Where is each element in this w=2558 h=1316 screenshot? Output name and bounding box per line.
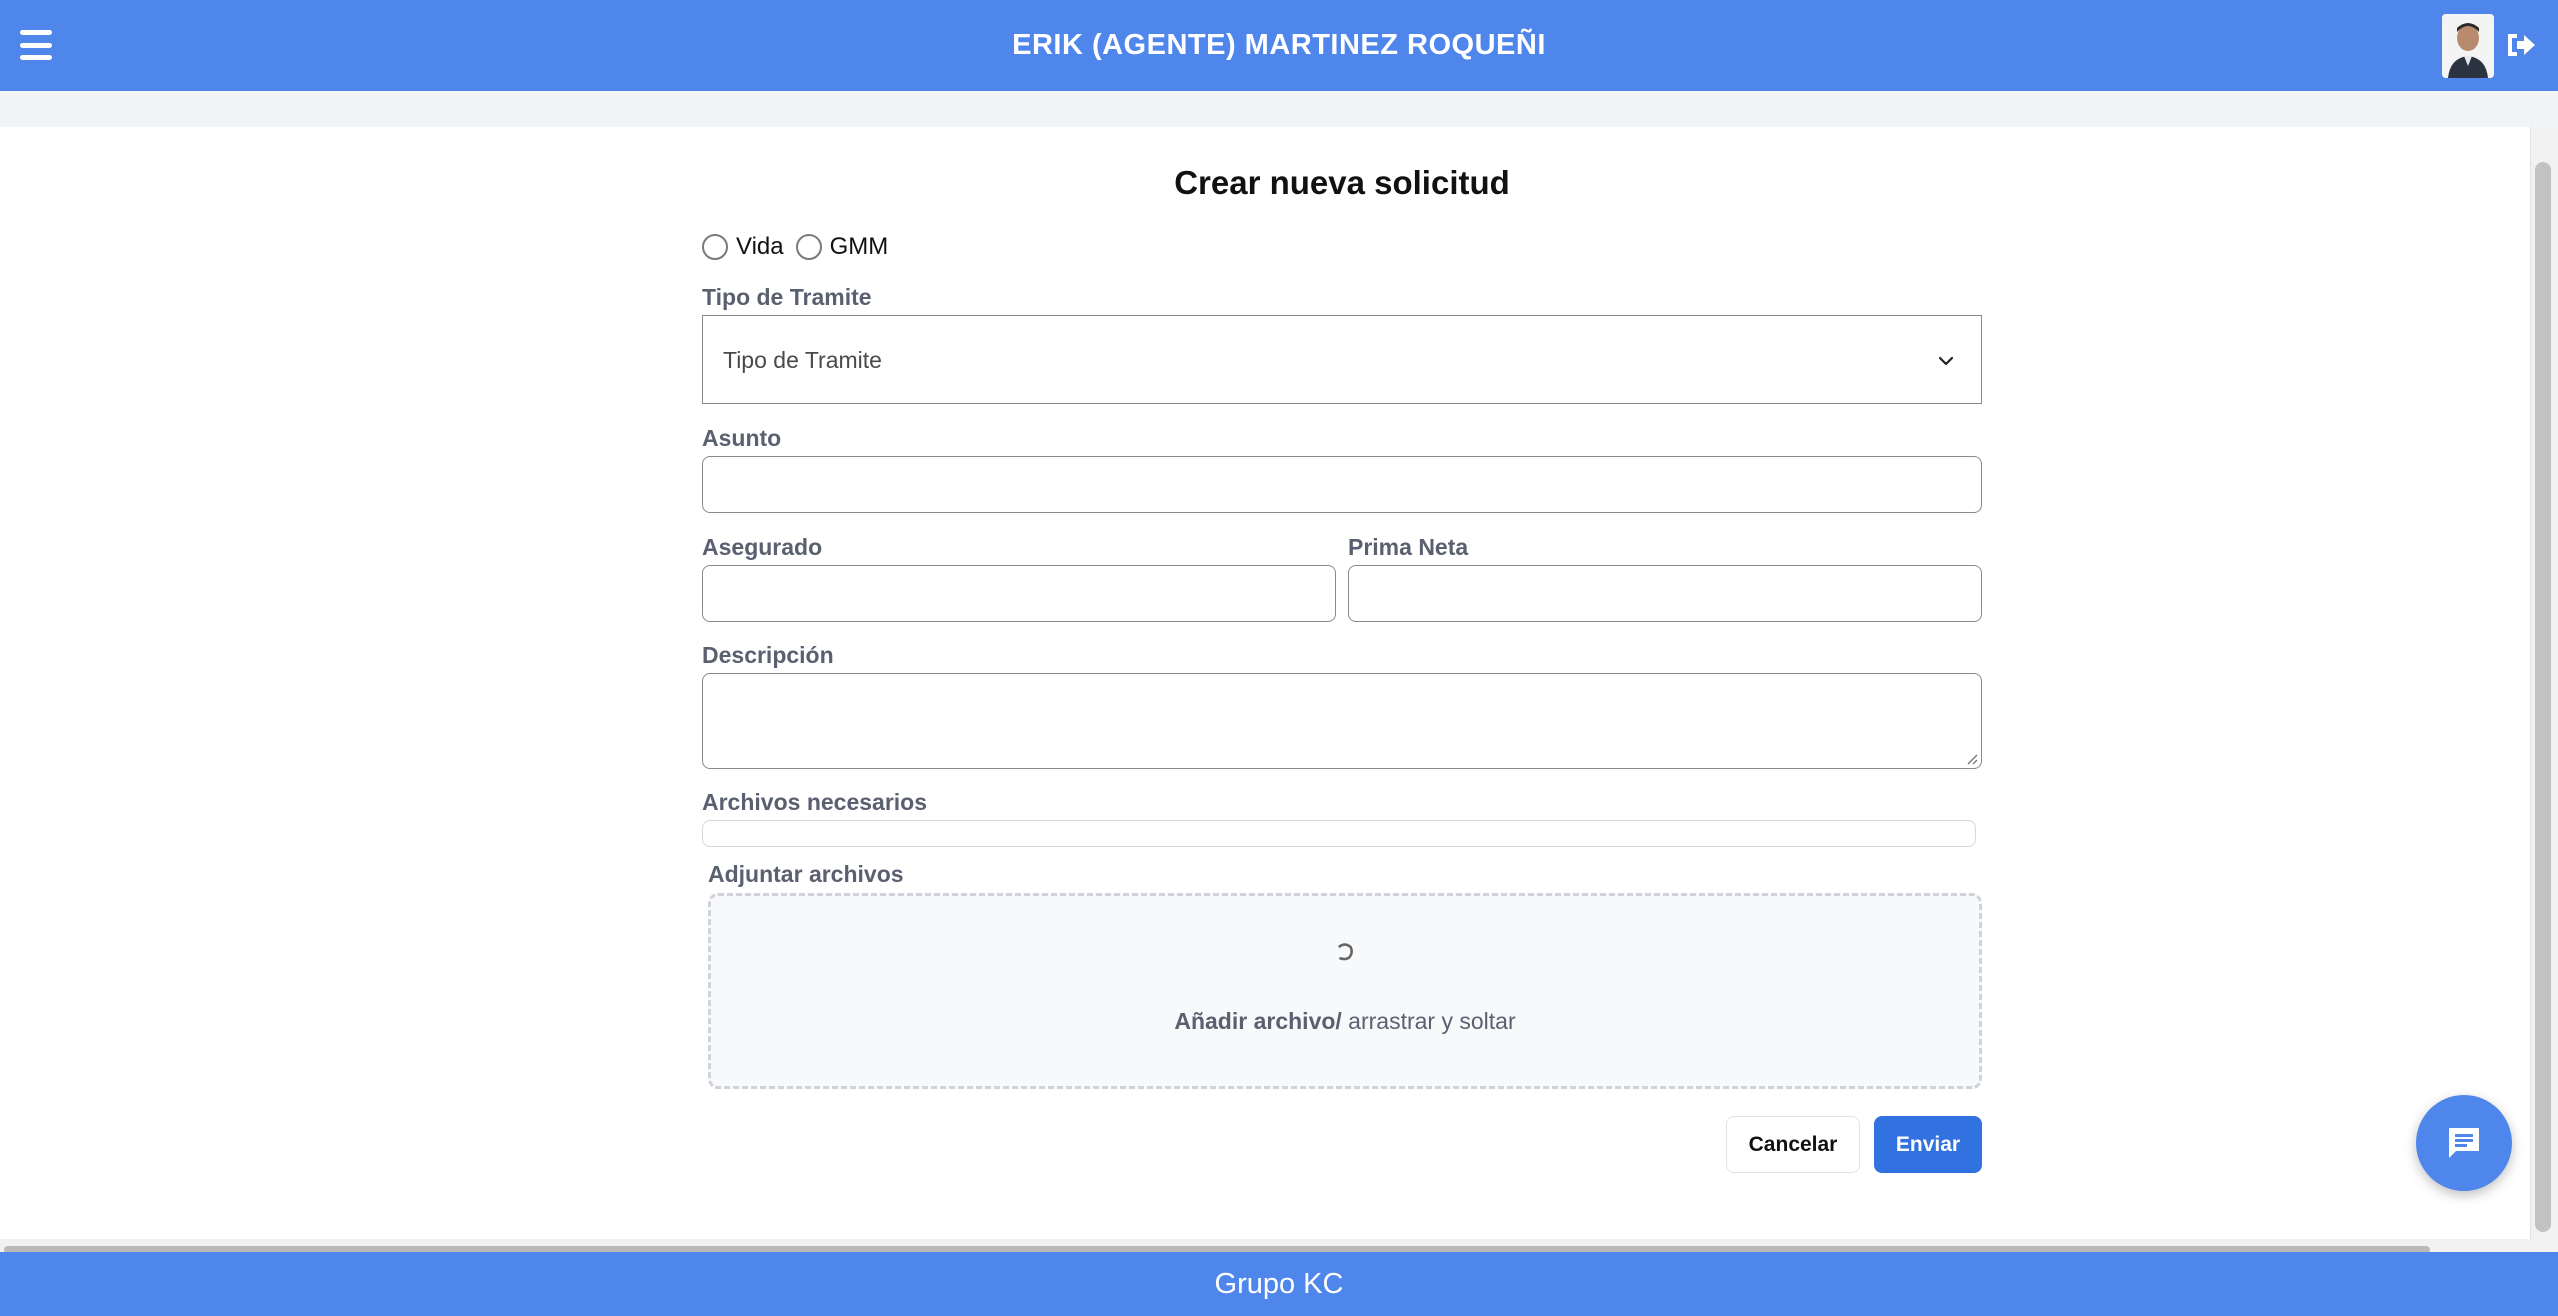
prima-neta-input[interactable] bbox=[1348, 565, 1982, 622]
footer-text: Grupo KC bbox=[1214, 1267, 1344, 1300]
tipo-tramite-label: Tipo de Tramite bbox=[702, 284, 872, 310]
page-title: Crear nueva solicitud bbox=[1174, 164, 1510, 201]
new-request-form: Crear nueva solicitud Vida GMM Tipo de T… bbox=[702, 127, 1982, 1227]
footer: Grupo KC bbox=[0, 1252, 2558, 1316]
tipo-tramite-selected-value: Tipo de Tramite bbox=[723, 347, 882, 373]
chat-button[interactable] bbox=[2416, 1095, 2512, 1191]
file-dropzone[interactable]: Añadir archivo/ arrastrar y soltar bbox=[708, 893, 1982, 1089]
resize-grip-icon[interactable] bbox=[1964, 751, 1978, 765]
cancel-button[interactable]: Cancelar bbox=[1726, 1116, 1860, 1173]
submit-button[interactable]: Enviar bbox=[1874, 1116, 1982, 1173]
user-name-title: ERIK (AGENTE) MARTINEZ ROQUEÑI bbox=[1012, 29, 1546, 61]
radio-label-vida: Vida bbox=[736, 233, 784, 260]
archivos-necesarios-list bbox=[702, 820, 1976, 847]
user-avatar[interactable] bbox=[2442, 14, 2494, 78]
chat-icon bbox=[2449, 1128, 2479, 1158]
tipo-tramite-select[interactable]: Tipo de Tramite bbox=[702, 315, 1982, 404]
chevron-down-icon bbox=[1938, 356, 1954, 366]
asunto-label: Asunto bbox=[702, 425, 782, 451]
asegurado-label: Asegurado bbox=[702, 534, 823, 560]
header-spacer bbox=[0, 91, 2558, 127]
top-navbar: ERIK (AGENTE) MARTINEZ ROQUEÑI bbox=[0, 0, 2558, 91]
asegurado-input[interactable] bbox=[702, 565, 1336, 622]
logout-icon[interactable] bbox=[2504, 30, 2538, 60]
loading-spinner-icon bbox=[711, 936, 1979, 975]
drag-drop-hint: arrastrar y soltar bbox=[1341, 1008, 1516, 1034]
adjuntar-archivos-label: Adjuntar archivos bbox=[708, 861, 904, 887]
insurance-type-radio-group: Vida GMM bbox=[702, 233, 900, 261]
radio-gmm[interactable]: GMM bbox=[795, 233, 889, 261]
radio-label-gmm: GMM bbox=[829, 233, 889, 260]
radio-button[interactable] bbox=[702, 234, 728, 260]
radio-button[interactable] bbox=[795, 234, 822, 260]
descripcion-label: Descripción bbox=[702, 642, 834, 668]
radio-vida[interactable]: Vida bbox=[702, 233, 784, 261]
archivos-necesarios-label: Archivos necesarios bbox=[702, 789, 928, 815]
prima-neta-label: Prima Neta bbox=[1348, 534, 1469, 560]
vertical-scrollbar-thumb[interactable] bbox=[2535, 162, 2551, 1232]
dropzone-text: Añadir archivo/ arrastrar y soltar bbox=[711, 1008, 1979, 1035]
descripcion-textarea[interactable] bbox=[702, 673, 1982, 769]
hamburger-menu-icon[interactable] bbox=[20, 30, 52, 60]
asunto-input[interactable] bbox=[702, 456, 1982, 513]
add-file-link[interactable]: Añadir archivo/ bbox=[1174, 1008, 1341, 1034]
